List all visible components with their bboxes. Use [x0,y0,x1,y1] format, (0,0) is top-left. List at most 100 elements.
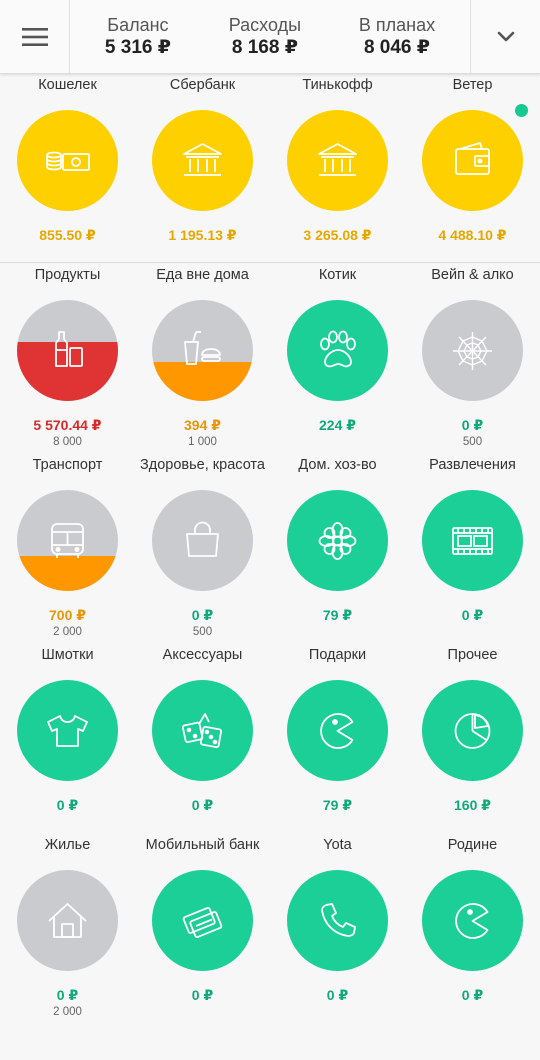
item-circle[interactable] [422,680,523,781]
item-value: 5 570.44 ₽ [33,417,102,433]
item-label: Жилье [44,837,91,853]
item-budget: 500 [192,626,213,638]
film-strip-icon [452,527,493,555]
item-value: 79 ₽ [322,797,353,813]
category-14[interactable]: Мобильный банк 0 ₽ [135,834,270,1024]
item-value: 0 ₽ [191,797,214,813]
item-label: Продукты [34,267,101,283]
item-budget: 8 000 [53,436,82,448]
category-4[interactable]: Вейп & алко 0 ₽ 500 [405,264,540,454]
category-15[interactable]: Yota 0 ₽ [270,834,405,1024]
item-circle[interactable] [152,870,253,971]
category-9[interactable]: Шмотки 0 ₽ [0,644,135,834]
summary-panel: Баланс 5 316 ₽ Расходы 8 168 ₽ В планах … [70,0,470,73]
category-5[interactable]: Транспорт 700 ₽ 2 000 [0,454,135,644]
item-label: Шмотки [41,647,94,663]
bank-icon [318,143,357,176]
expenses-label: Расходы [228,14,302,35]
phone-icon [321,903,356,937]
item-value: 0 ₽ [326,987,349,1003]
expenses-summary[interactable]: Расходы 8 168 ₽ [229,14,301,60]
top-bar: Баланс 5 316 ₽ Расходы 8 168 ₽ В планах … [0,0,540,74]
spider-web-icon [453,332,492,370]
item-label: Аксессуары [162,647,243,663]
categories-row-3: Шмотки 0 ₽ Аксессуары 0 ₽ Подарки 79 ₽ Прочее 1… [0,644,540,834]
item-circle[interactable] [422,490,523,591]
item-budget: 1 000 [188,436,217,448]
item-value: 0 ₽ [191,607,214,623]
account-2[interactable]: Сбербанк 1 195.13 ₽ [135,74,270,264]
account-3[interactable]: Тинькофф 3 265.08 ₽ [270,74,405,264]
category-3[interactable]: Котик 224 ₽ [270,264,405,454]
chevron-down-icon [497,31,514,41]
categories-row-2: Транспорт 700 ₽ 2 000 Здоровье, красота 0 ₽ 5… [0,454,540,644]
hamburger-menu-icon [21,27,48,46]
category-12[interactable]: Прочее 160 ₽ [405,644,540,834]
fast-food-icon [184,331,221,365]
category-16[interactable]: Родине 0 ₽ [405,834,540,1024]
pacman-icon [320,713,354,749]
category-10[interactable]: Аксессуары 0 ₽ [135,644,270,834]
item-label: Развлечения [429,457,516,473]
balance-summary[interactable]: Баланс 5 316 ₽ [105,14,171,60]
item-label: Дом. хоз-во [298,457,377,473]
item-label: Родине [447,837,498,853]
item-circle[interactable] [287,110,388,211]
t-shirt-icon [47,715,88,747]
item-circle[interactable] [17,110,118,211]
item-circle[interactable] [17,680,118,781]
item-value: 79 ₽ [322,607,353,623]
section-divider [0,262,540,263]
item-circle[interactable] [287,300,388,401]
item-circle[interactable] [152,680,253,781]
category-1[interactable]: Продукты 5 570.44 ₽ 8 000 [0,264,135,454]
item-label: Еда вне дома [156,267,249,283]
item-label: Здоровье, красота [140,457,265,473]
category-8[interactable]: Развлечения 0 ₽ [405,454,540,644]
item-value: 0 ₽ [461,607,484,623]
pacman-icon [455,903,489,939]
item-circle[interactable] [422,300,523,401]
item-value: 160 ₽ [454,797,491,813]
item-circle[interactable] [422,870,523,971]
bank-icon [183,143,222,176]
item-circle[interactable] [152,300,253,401]
item-label: Котик [318,267,357,283]
item-circle[interactable] [152,490,253,591]
planned-label: В планах [358,14,436,35]
category-11[interactable]: Подарки 79 ₽ [270,644,405,834]
item-circle[interactable] [287,870,388,971]
item-value: 700 ₽ [49,607,86,623]
balance-label: Баланс [107,14,169,35]
account-4[interactable]: Ветер 4 488.10 ₽ [405,74,540,264]
item-circle[interactable] [152,110,253,211]
account-1[interactable]: Кошелек 855.50 ₽ [0,74,135,264]
item-value: 224 ₽ [319,417,356,433]
menu-button[interactable] [0,0,70,73]
item-value: 0 ₽ [56,987,79,1003]
planned-summary[interactable]: В планах 8 046 ₽ [359,14,435,60]
item-value: 3 265.08 ₽ [303,227,372,243]
item-value: 0 ₽ [461,987,484,1003]
expand-button[interactable] [470,0,540,73]
category-13[interactable]: Жилье 0 ₽ 2 000 [0,834,135,1024]
cash-coins-icon [46,151,90,171]
house-icon [48,903,87,938]
category-6[interactable]: Здоровье, красота 0 ₽ 500 [135,454,270,644]
item-circle[interactable] [17,490,118,591]
item-circle[interactable] [422,110,523,211]
category-7[interactable]: Дом. хоз-во 79 ₽ [270,454,405,644]
item-value: 855.50 ₽ [39,227,96,243]
item-circle[interactable] [17,300,118,401]
item-circle[interactable] [287,680,388,781]
bus-icon [51,523,84,558]
item-circle[interactable] [287,490,388,591]
item-label: Прочее [447,647,498,663]
item-value: 0 ₽ [56,797,79,813]
item-budget: 500 [462,436,483,448]
online-indicator [515,104,528,117]
paw-icon [320,330,356,368]
category-2[interactable]: Еда вне дома 394 ₽ 1 000 [135,264,270,454]
item-circle[interactable] [17,870,118,971]
wallet-icon [455,142,490,175]
